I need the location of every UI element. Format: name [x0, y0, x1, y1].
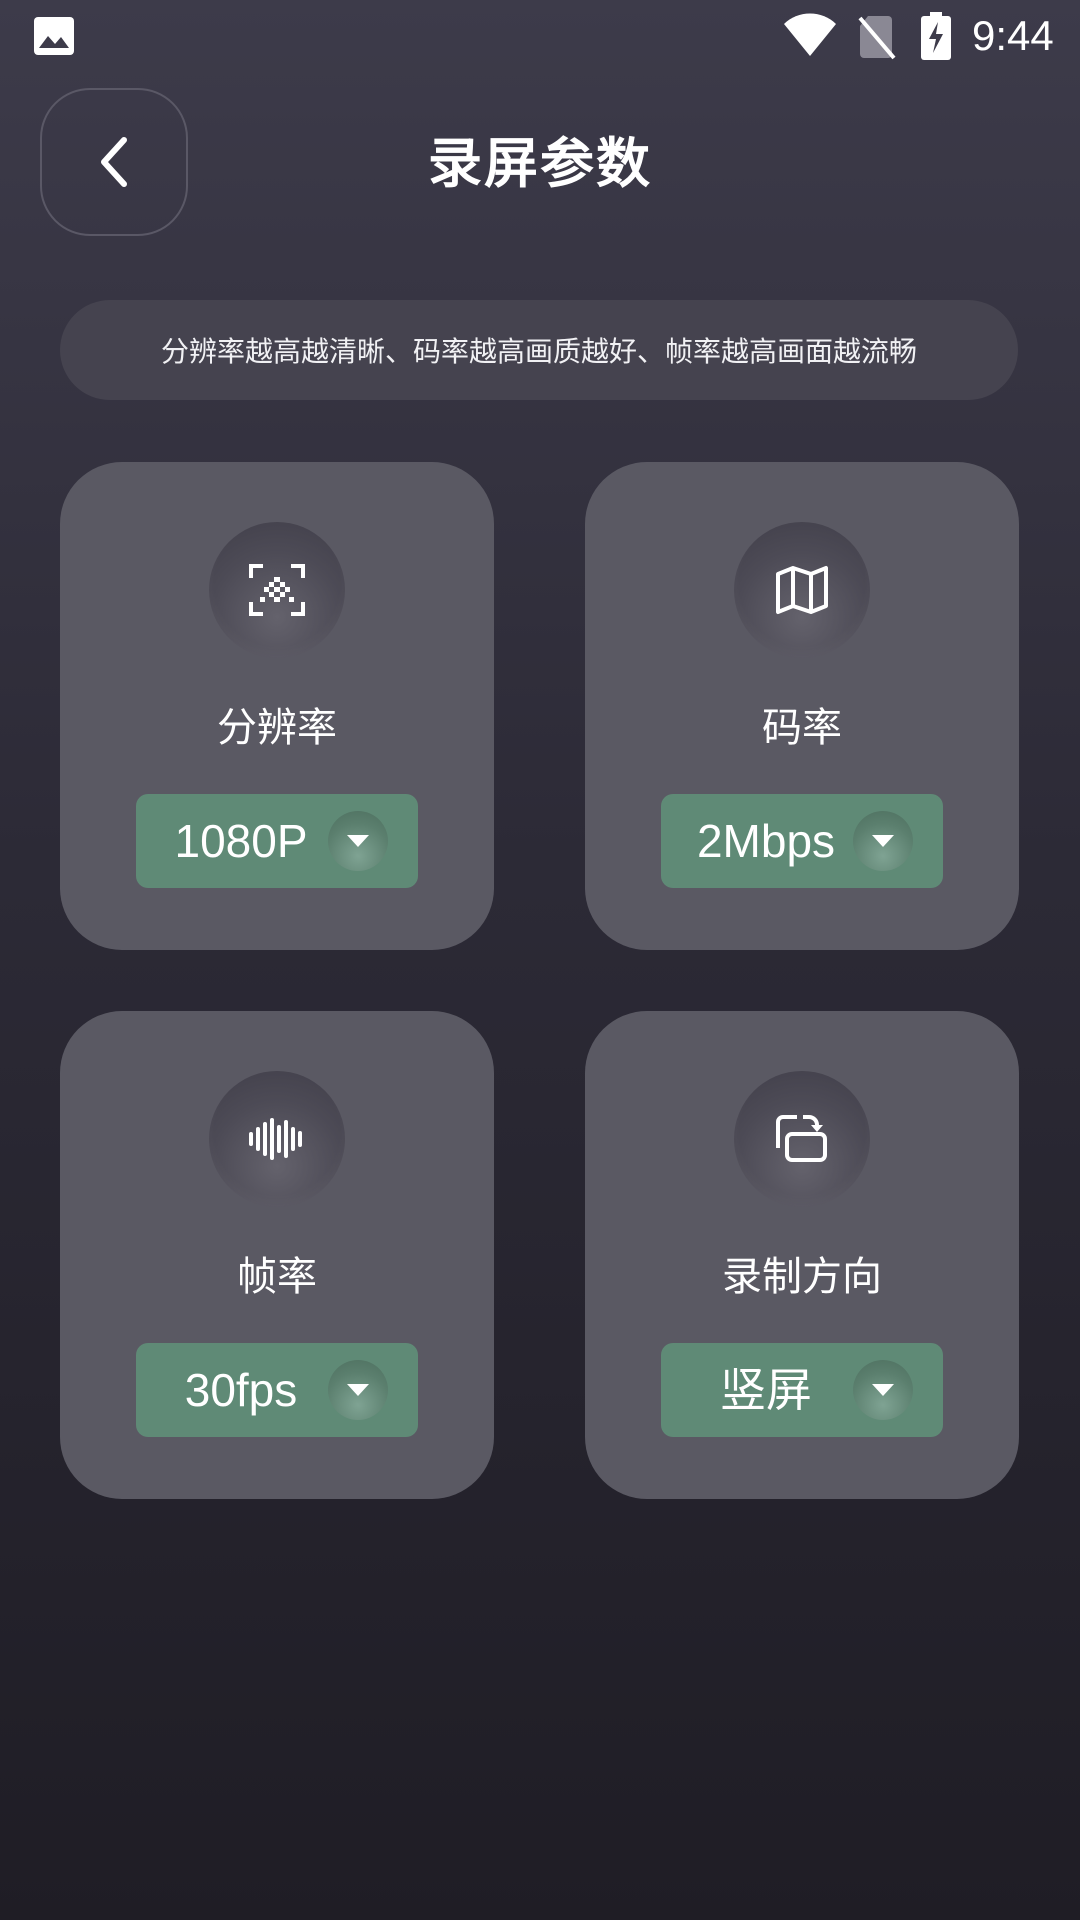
framerate-value: 30fps [184, 1364, 298, 1416]
orientation-value: 竖屏 [720, 1364, 812, 1416]
dropdown-arrow-icon[interactable] [328, 1360, 388, 1420]
framerate-select[interactable]: 30fps [136, 1343, 418, 1437]
resolution-select[interactable]: 1080P [136, 794, 418, 888]
dropdown-arrow-icon[interactable] [853, 1360, 913, 1420]
orientation-card: 录制方向 竖屏 [585, 1011, 1019, 1499]
scan-icon [249, 564, 305, 616]
framerate-label: 帧率 [237, 1254, 317, 1300]
orientation-select[interactable]: 竖屏 [661, 1343, 943, 1437]
bitrate-icon-badge [734, 522, 870, 658]
bitrate-label: 码率 [762, 705, 842, 751]
resolution-value: 1080P [174, 815, 308, 867]
dropdown-arrow-icon[interactable] [853, 811, 913, 871]
orientation-icon-badge [734, 1071, 870, 1207]
dropdown-arrow-icon[interactable] [328, 811, 388, 871]
wifi-icon [784, 13, 836, 56]
status-bar: 9:44 [0, 0, 1080, 72]
page-title: 录屏参数 [428, 132, 652, 195]
resolution-card: 分辨率 1080P [60, 462, 494, 950]
orientation-label: 录制方向 [722, 1254, 882, 1300]
bitrate-value: 2Mbps [696, 815, 836, 867]
no-sim-icon [858, 16, 896, 60]
resolution-icon-badge [209, 522, 345, 658]
battery-charging-icon [921, 12, 951, 60]
status-time: 9:44 [972, 12, 1054, 59]
hint-banner: 分辨率越高越清晰、码率越高画质越好、帧率越高画面越流畅 [60, 300, 1018, 400]
waveform-icon [249, 1118, 302, 1160]
bitrate-card: 码率 2Mbps [585, 462, 1019, 950]
map-icon [776, 566, 828, 614]
bitrate-select[interactable]: 2Mbps [661, 794, 943, 888]
gallery-icon [34, 17, 74, 55]
resolution-label: 分辨率 [217, 705, 337, 751]
framerate-card: 帧率 30fps [60, 1011, 494, 1499]
hint-text: 分辨率越高越清晰、码率越高画质越好、帧率越高画面越流畅 [160, 335, 917, 368]
framerate-icon-badge [209, 1071, 345, 1207]
rotate-screen-icon [776, 1115, 827, 1162]
